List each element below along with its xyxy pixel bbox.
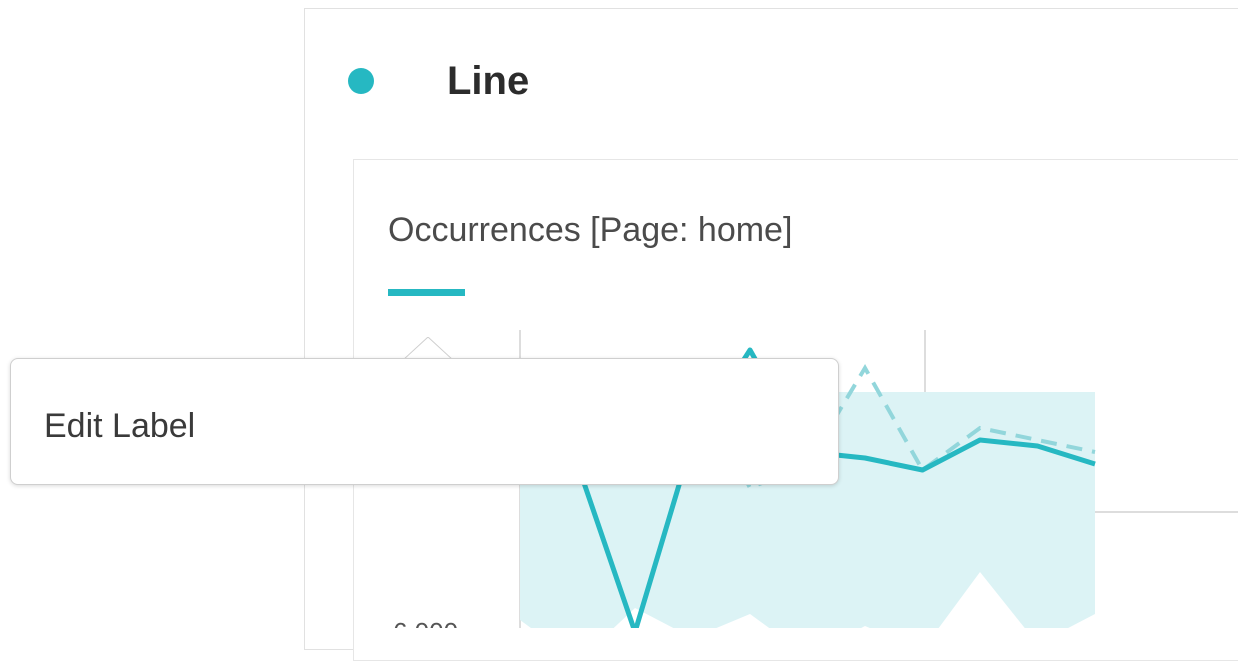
visualization-title[interactable]: Occurrences [Page: home] [388,208,792,252]
panel-title: Line [447,59,530,103]
chart-axis-labels: 6,000 [393,617,458,628]
edit-label-menu-item[interactable]: Edit Label [44,404,195,448]
y-tick-label: 6,000 [393,617,458,628]
panel-color-dot [348,68,374,94]
legend-swatch[interactable] [388,289,465,296]
